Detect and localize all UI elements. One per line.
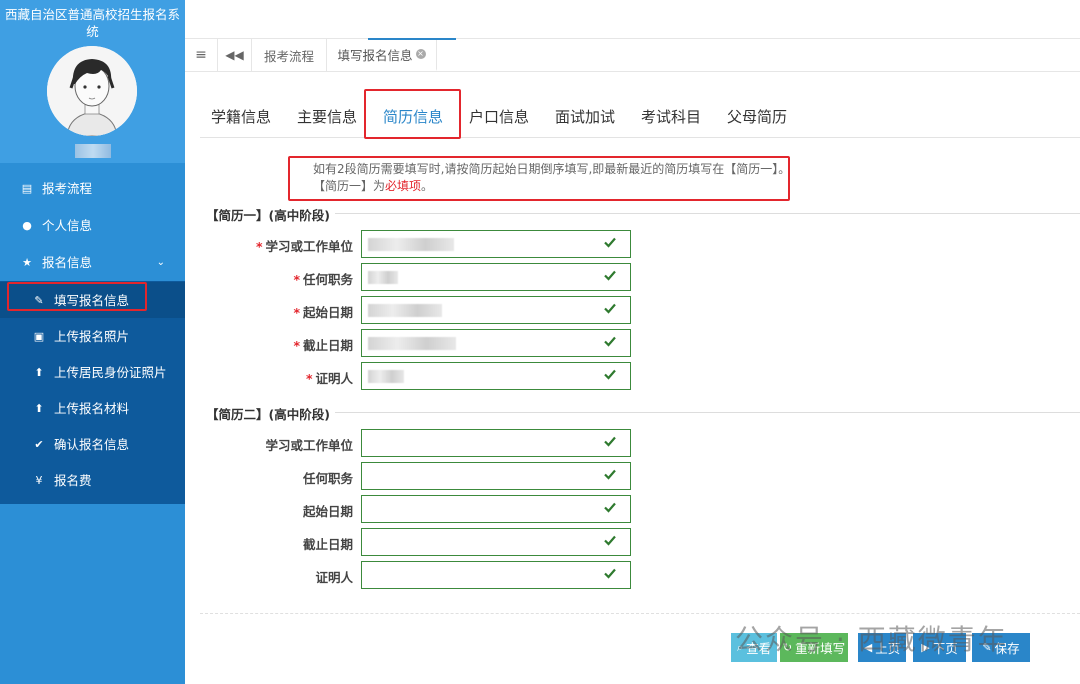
hamburger-icon: ≡ bbox=[195, 47, 207, 63]
field-label-position: 任何职务 bbox=[302, 471, 353, 486]
redacted-value bbox=[368, 271, 398, 284]
sidebar-item-upload-photo[interactable]: ▣ 上传报名照片 bbox=[0, 318, 185, 354]
resume2-position-input[interactable] bbox=[361, 462, 631, 490]
watermark: 公众号 · 西藏微青年 bbox=[735, 623, 1008, 656]
divider bbox=[200, 613, 1080, 614]
upload-circle-icon: ⬆ bbox=[34, 401, 44, 415]
system-title: 西藏自治区普通高校招生报名系统 bbox=[4, 7, 180, 39]
redacted-value bbox=[368, 238, 454, 251]
resume1-unit-input[interactable] bbox=[361, 230, 631, 258]
sidebar-item-label: 报名费 bbox=[54, 472, 92, 488]
tab-main-info[interactable]: 主要信息 bbox=[297, 106, 357, 127]
sidebar-item-fee[interactable]: ¥ 报名费 bbox=[0, 462, 185, 498]
check-icon bbox=[604, 502, 616, 513]
field-label-end-date: * 截止日期 bbox=[293, 338, 353, 353]
redacted-value bbox=[368, 337, 456, 350]
avatar-illustration-icon bbox=[47, 46, 137, 136]
redacted-value bbox=[368, 370, 404, 383]
resume1-start-date-input[interactable] bbox=[361, 296, 631, 324]
chevron-down-icon: ⌄ bbox=[156, 257, 165, 268]
tab-exam-subjects[interactable]: 考试科目 bbox=[641, 106, 701, 127]
tab-household-info[interactable]: 户口信息 bbox=[469, 106, 529, 127]
star-icon: ★ bbox=[22, 256, 32, 269]
sidebar-item-confirm-info[interactable]: ✔ 确认报名信息 bbox=[0, 426, 185, 462]
tab-student-record[interactable]: 学籍信息 bbox=[211, 106, 271, 127]
resume1-witness-input[interactable] bbox=[361, 362, 631, 390]
sidebar-item-process[interactable]: ▤ 报考流程 bbox=[0, 170, 185, 207]
field-label-end-date: 截止日期 bbox=[302, 537, 353, 552]
sidebar-item-upload-id-photo[interactable]: ⬆ 上传居民身份证照片 bbox=[0, 354, 185, 390]
tab-process[interactable]: 报考流程 bbox=[252, 39, 327, 71]
highlight-box-notice bbox=[288, 156, 790, 201]
info-tabs: 学籍信息 主要信息 简历信息 户口信息 面试加试 考试科目 父母简历 bbox=[200, 98, 1080, 138]
tab-interview[interactable]: 面试加试 bbox=[555, 106, 615, 127]
sidebar-item-label: 个人信息 bbox=[42, 218, 93, 233]
field-label-position: * 任何职务 bbox=[293, 272, 353, 287]
double-left-icon: ◀◀ bbox=[225, 48, 244, 62]
check-icon bbox=[604, 270, 616, 281]
field-label-unit: * 学习或工作单位 bbox=[255, 239, 353, 254]
check-icon bbox=[604, 336, 616, 347]
sidebar-menu: ▤ 报考流程 ● 个人信息 ★ 报名信息 ⌄ ✎ 填写报名信息 ▣ 上传报名照片… bbox=[0, 170, 185, 504]
resume2-end-date-input[interactable] bbox=[361, 528, 631, 556]
user-name-redacted bbox=[75, 144, 111, 158]
resume2-start-date-input[interactable] bbox=[361, 495, 631, 523]
resume1-position-input[interactable] bbox=[361, 263, 631, 291]
sidebar-item-label: 报名信息 bbox=[42, 255, 93, 270]
sidebar: 西藏自治区普通高校招生报名系统 ▤ 报考流程 ● 个人信息 ★ 报名信息 ⌄ ✎… bbox=[0, 0, 185, 684]
check-icon bbox=[604, 535, 616, 546]
resume2-title: 【简历二】(高中阶段) bbox=[206, 407, 330, 422]
user-icon: ● bbox=[22, 219, 32, 232]
divider bbox=[335, 412, 1080, 413]
field-label-witness: * 证明人 bbox=[305, 371, 353, 386]
upload-circle-icon: ⬆ bbox=[34, 365, 44, 379]
field-label-unit: 学习或工作单位 bbox=[265, 438, 353, 453]
check-icon: ✔ bbox=[34, 437, 44, 451]
sidebar-item-upload-materials[interactable]: ⬆ 上传报名材料 bbox=[0, 390, 185, 426]
check-icon bbox=[604, 469, 616, 480]
sidebar-item-personal-info[interactable]: ● 个人信息 bbox=[0, 207, 185, 244]
sidebar-item-label: 确认报名信息 bbox=[54, 436, 130, 452]
menu-toggle-button[interactable]: ≡ bbox=[185, 39, 218, 71]
field-label-start-date: 起始日期 bbox=[302, 504, 353, 519]
tab-fill-info[interactable]: 填写报名信息 × bbox=[327, 39, 437, 71]
tab-label: 报考流程 bbox=[263, 48, 314, 64]
sidebar-item-label: 报考流程 bbox=[42, 181, 93, 196]
tab-scroll-left-button[interactable]: ◀◀ bbox=[218, 39, 252, 71]
divider bbox=[335, 213, 1080, 214]
redacted-value bbox=[368, 304, 442, 317]
check-icon bbox=[604, 369, 616, 380]
check-icon bbox=[604, 568, 616, 579]
check-icon bbox=[604, 237, 616, 248]
sidebar-item-label: 上传报名照片 bbox=[54, 328, 130, 344]
yen-icon: ¥ bbox=[35, 473, 43, 487]
check-icon bbox=[604, 436, 616, 447]
tab-parents-resume[interactable]: 父母简历 bbox=[727, 106, 787, 127]
highlight-box-sidebar bbox=[7, 282, 147, 311]
resume2-witness-input[interactable] bbox=[361, 561, 631, 589]
sidebar-submenu: ✎ 填写报名信息 ▣ 上传报名照片 ⬆ 上传居民身份证照片 ⬆ 上传报名材料 ✔… bbox=[0, 281, 185, 504]
resume2-unit-input[interactable] bbox=[361, 429, 631, 457]
field-label-start-date: * 起始日期 bbox=[293, 305, 353, 320]
close-icon[interactable]: × bbox=[415, 49, 426, 59]
avatar[interactable] bbox=[47, 46, 137, 136]
field-label-witness: 证明人 bbox=[315, 570, 353, 585]
sidebar-header: 西藏自治区普通高校招生报名系统 bbox=[0, 0, 185, 163]
sidebar-item-registration-info[interactable]: ★ 报名信息 ⌄ bbox=[0, 244, 185, 281]
card-icon: ▤ bbox=[21, 182, 33, 195]
resume1-end-date-input[interactable] bbox=[361, 329, 631, 357]
active-tab-underline bbox=[368, 38, 456, 40]
check-icon bbox=[604, 303, 616, 314]
tab-bar: ≡ ◀◀ 报考流程 填写报名信息 × bbox=[185, 38, 1080, 72]
sidebar-item-label: 上传居民身份证照片 bbox=[54, 364, 167, 380]
image-icon: ▣ bbox=[33, 329, 45, 343]
highlight-box-tab bbox=[364, 89, 461, 139]
sidebar-item-label: 上传报名材料 bbox=[54, 400, 130, 416]
tab-label: 填写报名信息 bbox=[337, 47, 413, 63]
resume1-title: 【简历一】(高中阶段) bbox=[206, 208, 330, 223]
